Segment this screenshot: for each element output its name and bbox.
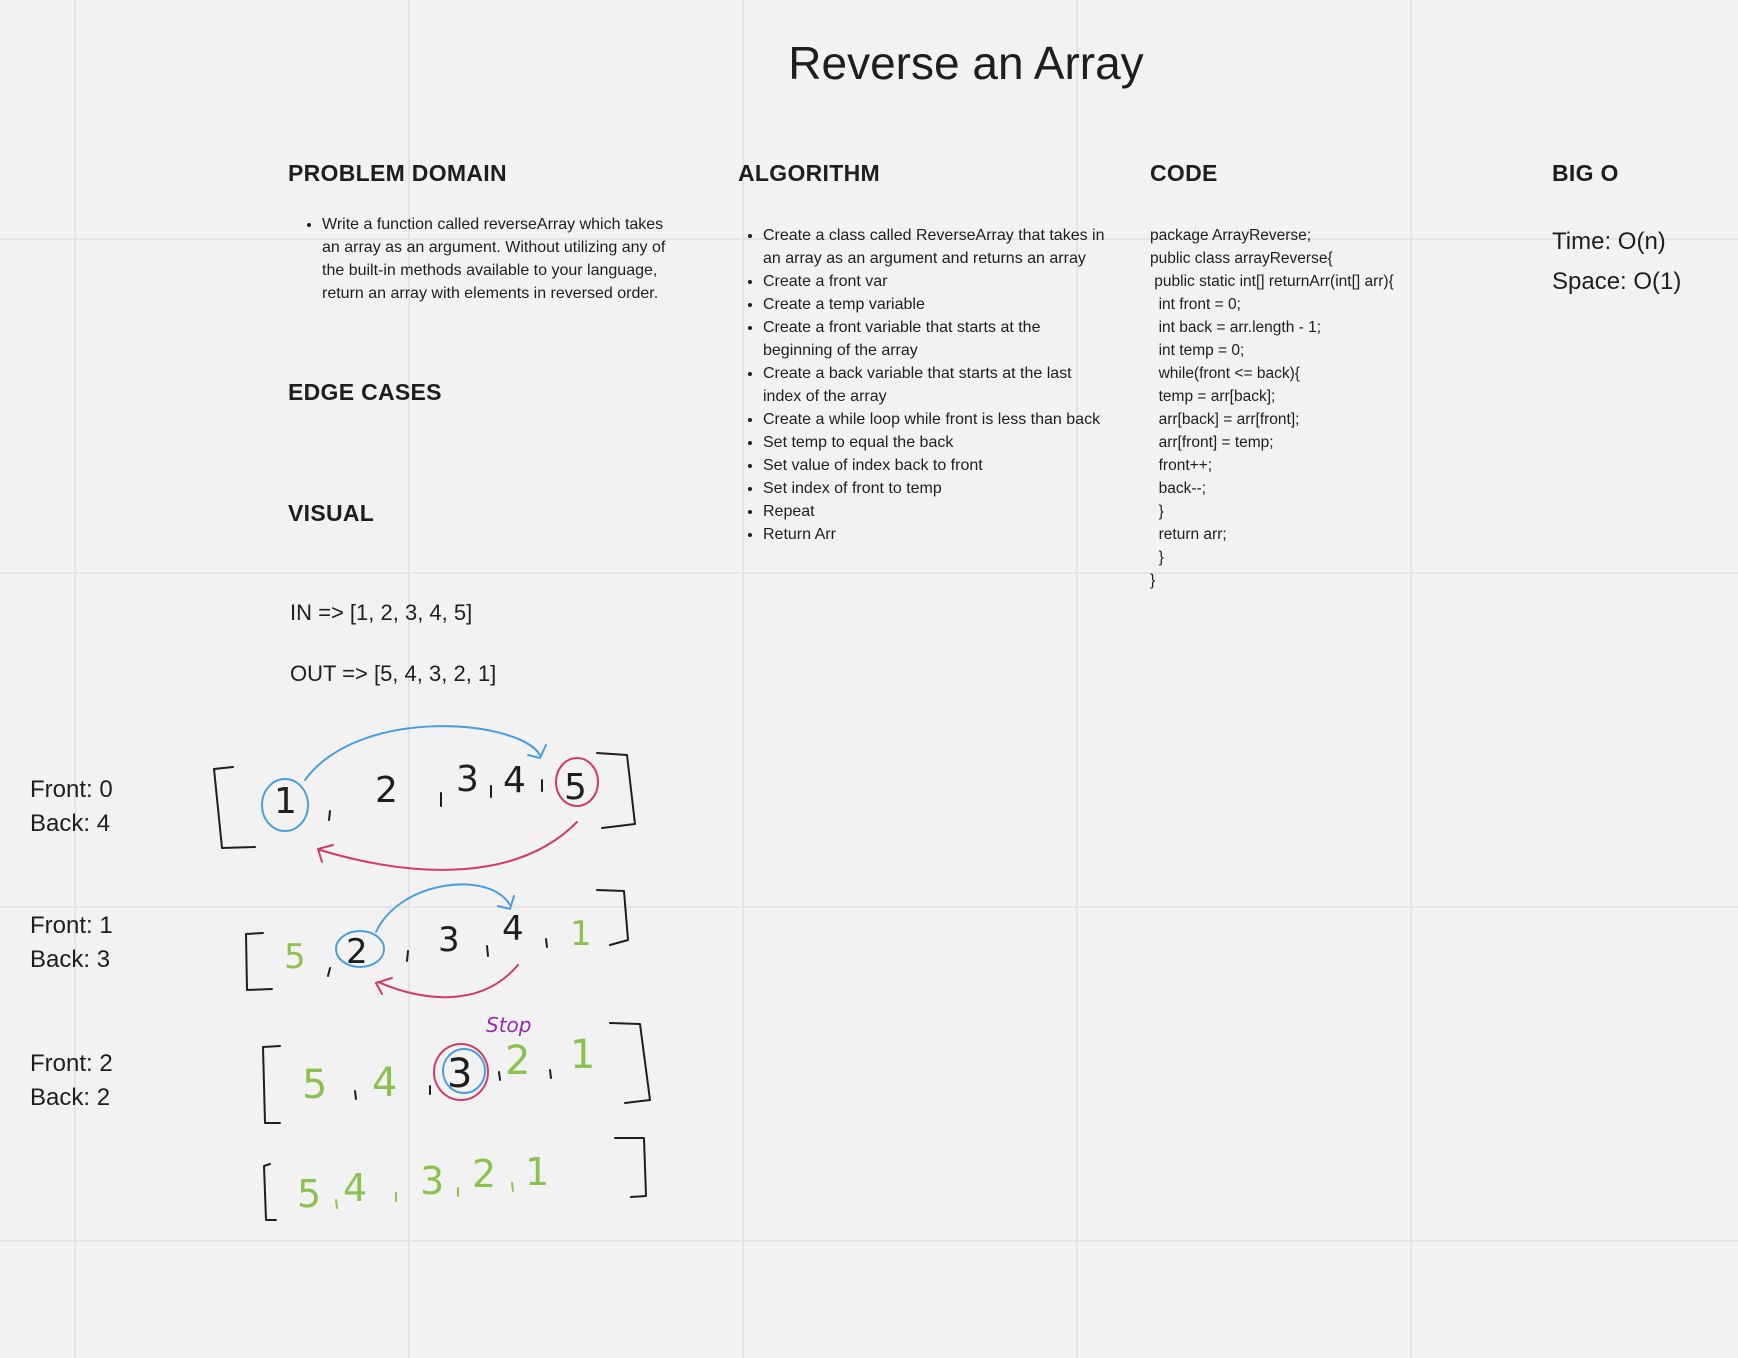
comma (498, 1071, 501, 1081)
array-value: 4 (503, 760, 526, 801)
right-bracket (596, 889, 629, 946)
array-value: 4 (343, 1166, 367, 1210)
code-line: temp = arr[back]; (1150, 388, 1276, 405)
code-line: int temp = 0; (1150, 342, 1245, 359)
stop-note: Stop (486, 1013, 531, 1037)
algorithm-step: Create a class called ReverseArray that … (763, 224, 1111, 270)
comma (354, 1090, 357, 1100)
code-line: package ArrayReverse; (1150, 227, 1312, 244)
algorithm-step: Create a back variable that starts at th… (763, 362, 1111, 408)
algorithm-step: Return Arr (763, 523, 1111, 546)
comma (511, 1182, 514, 1192)
code-line: } (1150, 503, 1164, 520)
array-value: 1 (570, 1032, 595, 1078)
algorithm-step: Repeat (763, 500, 1111, 523)
code-line: return arr; (1150, 526, 1227, 543)
right-bracket (609, 1022, 651, 1104)
code-line: } (1150, 549, 1164, 566)
array-value: 2 (505, 1038, 530, 1084)
algorithm-step: Set value of index back to front (763, 454, 1111, 477)
big-o-heading: BIG O (1552, 160, 1619, 186)
array-value: 3 (438, 920, 460, 960)
arrow-head (497, 895, 515, 910)
code-line: } (1150, 572, 1156, 589)
code-line: public static int[] returnArr(int[] arr)… (1150, 273, 1394, 290)
array-value: 3 (420, 1159, 444, 1203)
code-line: arr[back] = arr[front]; (1150, 411, 1300, 428)
code-line: int front = 0; (1150, 296, 1241, 313)
right-bracket (596, 752, 636, 829)
algorithm-list: Create a class called ReverseArray that … (731, 224, 1111, 546)
comma (486, 945, 489, 957)
array-value: 1 (570, 914, 592, 954)
array-value: 2 (375, 770, 398, 811)
array-value: 4 (502, 909, 524, 949)
algorithm-step: Create a temp variable (763, 293, 1111, 316)
comma (545, 938, 548, 948)
array-value: 5 (297, 1172, 321, 1216)
left-bracket (263, 1163, 277, 1221)
array-value: 3 (456, 759, 479, 800)
comma (549, 1069, 552, 1079)
code-line: while(front <= back){ (1150, 365, 1300, 382)
code-line: front++; (1150, 457, 1213, 474)
space-complexity: Space: O(1) (1552, 268, 1682, 295)
hand-drawn-sketch: 1 2 3 4 5 5 2 3 4 1 Stop 5 4 3 2 1 5 4 3… (213, 725, 651, 1221)
swap-arrow-back (319, 821, 578, 871)
swap-arrow-back (377, 964, 519, 999)
comma (328, 810, 331, 821)
algorithm-step: Create a front var (763, 270, 1111, 293)
right-bracket (614, 1137, 647, 1198)
left-bracket (262, 1045, 281, 1124)
array-value: 1 (525, 1150, 549, 1194)
algorithm-heading: ALGORITHM (738, 160, 880, 186)
algorithm-step: Create a front variable that starts at t… (763, 316, 1111, 362)
algorithm-step: Set temp to equal the back (763, 431, 1111, 454)
code-line: int back = arr.length - 1; (1150, 319, 1322, 336)
array-value: 4 (372, 1060, 397, 1106)
algorithm-step: Set index of front to temp (763, 477, 1111, 500)
left-bracket (245, 932, 273, 991)
algorithm-step: Create a while loop while front is less … (763, 408, 1111, 431)
big-o-values: Time: O(n) Space: O(1) (1552, 222, 1681, 302)
array-value: 2 (472, 1152, 496, 1196)
array-value: 3 (447, 1051, 472, 1097)
array-value: 5 (302, 1062, 327, 1108)
code-block: package ArrayReverse; public class array… (1150, 224, 1550, 592)
array-row-4 (263, 1137, 647, 1221)
code-heading: CODE (1150, 160, 1218, 186)
array-value: 5 (284, 937, 306, 977)
code-line: arr[front] = temp; (1150, 434, 1274, 451)
comma (327, 967, 331, 977)
time-complexity: Time: O(n) (1552, 228, 1666, 255)
left-bracket (213, 766, 256, 849)
array-value: 1 (274, 781, 297, 822)
comma (406, 950, 409, 962)
array-value: 5 (564, 767, 587, 808)
code-line: public class arrayReverse{ (1150, 250, 1333, 267)
code-line: back--; (1150, 480, 1206, 497)
comma (335, 1199, 338, 1209)
